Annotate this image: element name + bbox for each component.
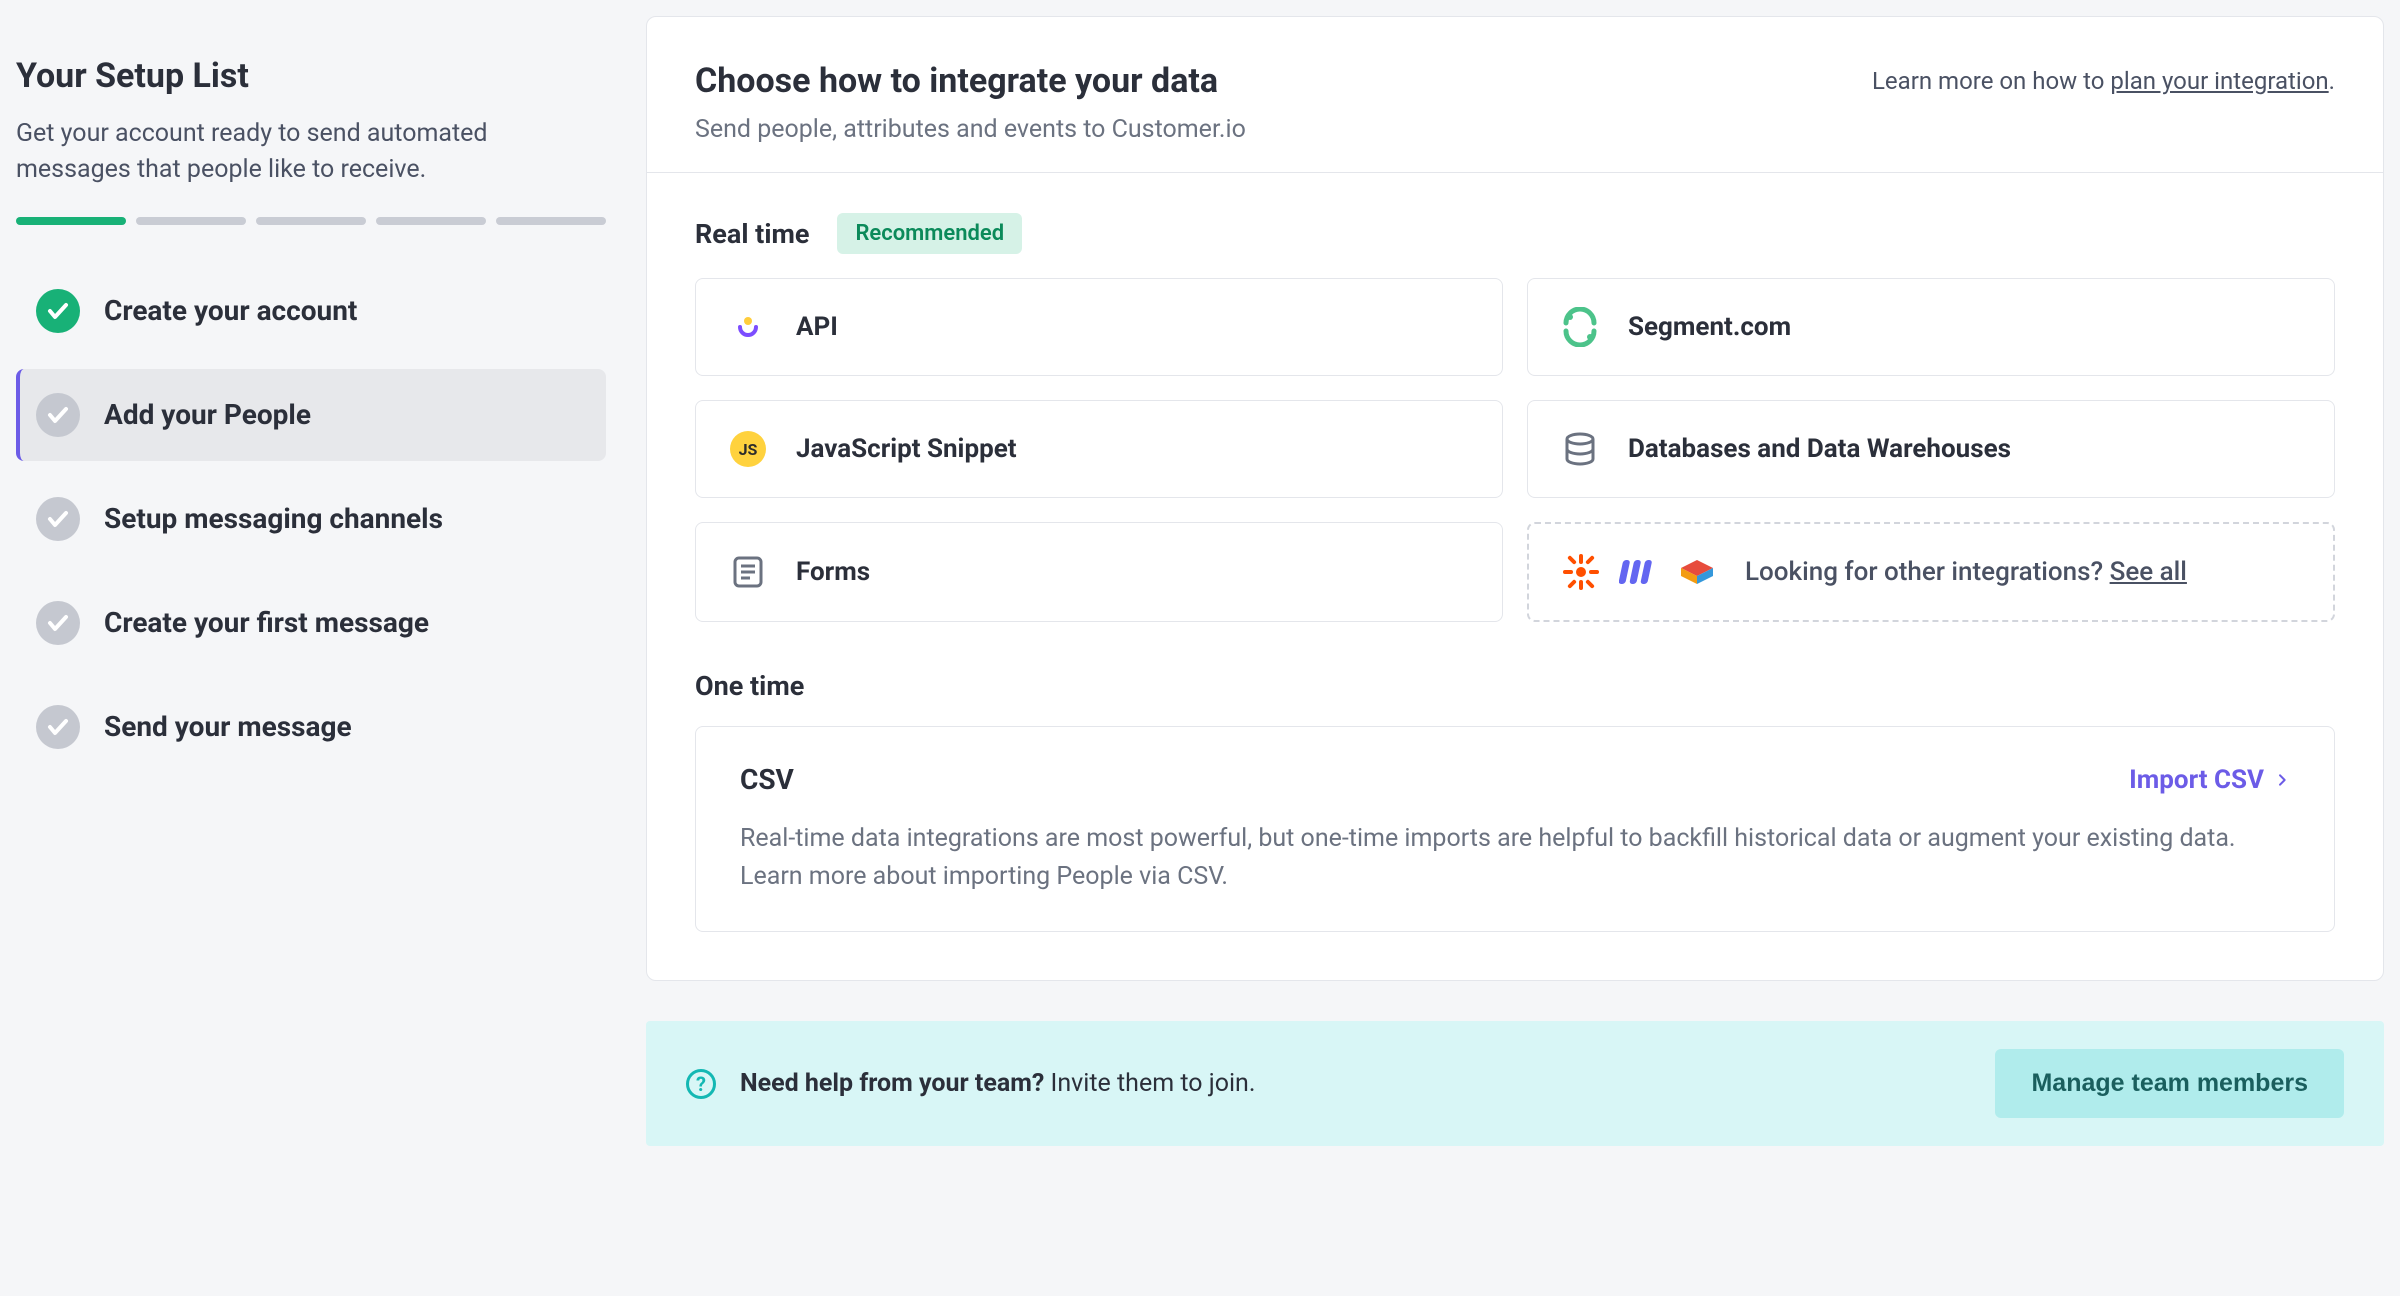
steps-list: Create your account Add your People Setu…	[16, 265, 606, 773]
team-help-rest: Invite them to join.	[1044, 1069, 1255, 1098]
csv-title: CSV	[740, 763, 794, 796]
progress-bar	[16, 217, 606, 225]
import-csv-label: Import CSV	[2129, 765, 2264, 795]
tile-databases[interactable]: Databases and Data Warehouses	[1527, 400, 2335, 498]
card-subtitle: Send people, attributes and events to Cu…	[695, 115, 1246, 144]
api-icon	[728, 307, 768, 347]
step-label: Send your message	[104, 710, 352, 743]
js-icon: JS	[728, 429, 768, 469]
tile-api[interactable]: API	[695, 278, 1503, 376]
card-header: Choose how to integrate your data Send p…	[647, 17, 2383, 173]
learn-more-suffix: .	[2329, 67, 2335, 95]
check-icon	[36, 601, 80, 645]
manage-team-button[interactable]: Manage team members	[1995, 1049, 2344, 1118]
see-all-link[interactable]: See all	[2110, 557, 2187, 587]
step-label: Create your account	[104, 294, 357, 327]
tile-label: JavaScript Snippet	[796, 434, 1017, 464]
recommended-badge: Recommended	[837, 213, 1022, 254]
form-icon	[728, 552, 768, 592]
progress-seg-5	[496, 217, 606, 225]
check-icon	[36, 289, 80, 333]
onetime-header: One time	[695, 670, 2335, 702]
team-help-strong: Need help from your team?	[740, 1069, 1044, 1098]
zapier-icon	[1561, 552, 1601, 592]
step-messaging-channels[interactable]: Setup messaging channels	[16, 473, 606, 565]
progress-seg-2	[136, 217, 246, 225]
other-prefix: Looking for other integrations?	[1745, 557, 2110, 587]
help-icon: ?	[686, 1069, 716, 1099]
progress-seg-4	[376, 217, 486, 225]
step-send-message[interactable]: Send your message	[16, 681, 606, 773]
tile-label: Forms	[796, 557, 870, 587]
realtime-header: Real time Recommended	[695, 213, 2335, 254]
tile-label: Segment.com	[1628, 312, 1791, 342]
learn-more-link[interactable]: plan your integration	[2110, 67, 2328, 95]
check-icon	[36, 497, 80, 541]
sidebar-subtitle: Get your account ready to send automated…	[16, 116, 606, 189]
realtime-grid: API Segment.com JS JavaScript Snippet	[695, 278, 2335, 622]
main: Choose how to integrate your data Send p…	[646, 16, 2384, 1146]
database-icon	[1560, 429, 1600, 469]
step-add-people[interactable]: Add your People	[16, 369, 606, 461]
card-body: Real time Recommended API Segmen	[647, 173, 2383, 980]
sidebar-title: Your Setup List	[16, 56, 606, 96]
realtime-title: Real time	[695, 218, 809, 250]
onetime-heading: One time	[695, 670, 804, 702]
tile-label: API	[796, 312, 838, 342]
tile-segment[interactable]: Segment.com	[1527, 278, 2335, 376]
tile-other-integrations: Looking for other integrations? See all	[1527, 522, 2335, 622]
tray-icon	[1677, 552, 1717, 592]
step-first-message[interactable]: Create your first message	[16, 577, 606, 669]
check-icon	[36, 705, 80, 749]
chevron-right-icon	[2274, 772, 2290, 788]
learn-more-prefix: Learn more on how to	[1872, 67, 2110, 95]
import-csv-link[interactable]: Import CSV	[2129, 765, 2290, 795]
sidebar: Your Setup List Get your account ready t…	[16, 16, 606, 1146]
segment-icon	[1560, 307, 1600, 347]
tile-js-snippet[interactable]: JS JavaScript Snippet	[695, 400, 1503, 498]
tile-forms[interactable]: Forms	[695, 522, 1503, 622]
svg-text:JS: JS	[739, 440, 758, 459]
step-label: Add your People	[104, 398, 311, 431]
progress-seg-3	[256, 217, 366, 225]
make-icon	[1619, 552, 1659, 592]
team-help-bar: ? Need help from your team? Invite them …	[646, 1021, 2384, 1146]
integrate-card: Choose how to integrate your data Send p…	[646, 16, 2384, 981]
step-create-account[interactable]: Create your account	[16, 265, 606, 357]
tile-label: Databases and Data Warehouses	[1628, 434, 2011, 464]
progress-seg-1	[16, 217, 126, 225]
step-label: Create your first message	[104, 606, 429, 639]
card-title: Choose how to integrate your data	[695, 61, 1246, 101]
csv-box: CSV Import CSV Real-time data integratio…	[695, 726, 2335, 932]
learn-more: Learn more on how to plan your integrati…	[1872, 61, 2335, 95]
csv-description: Real-time data integrations are most pow…	[740, 820, 2290, 895]
step-label: Setup messaging channels	[104, 502, 443, 535]
check-icon	[36, 393, 80, 437]
